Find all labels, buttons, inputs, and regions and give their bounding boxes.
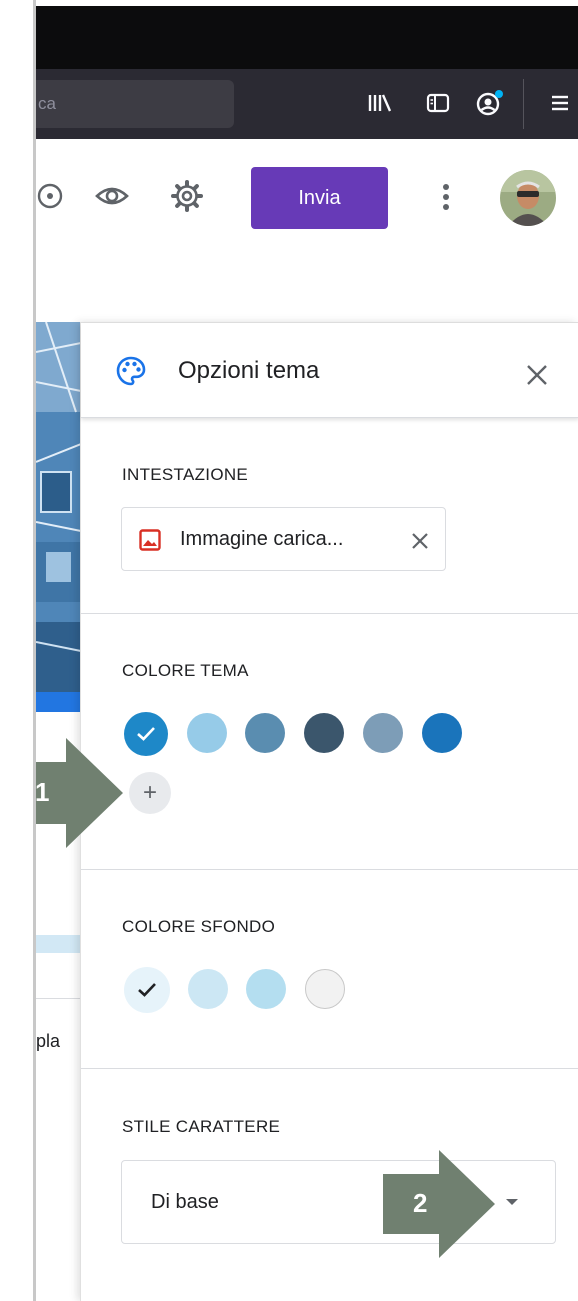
theme-color-swatch[interactable] (422, 713, 462, 753)
account-icon[interactable] (475, 88, 505, 118)
image-icon (139, 529, 161, 556)
font-style-label: STILE CARATTERE (122, 1117, 281, 1136)
font-style-value: Di base (151, 1191, 219, 1213)
form-accent-bar (36, 692, 86, 712)
url-bar[interactable]: ca (36, 80, 234, 128)
form-header-image (36, 322, 86, 712)
add-custom-color-button[interactable]: + (129, 772, 171, 814)
callout-arrow-2: 2 (383, 1150, 495, 1263)
section-divider (81, 1068, 578, 1069)
background-color-swatch[interactable] (188, 969, 228, 1009)
form-section-strip (36, 935, 86, 953)
close-icon[interactable] (519, 357, 555, 393)
menu-icon[interactable] (545, 88, 575, 118)
theme-color-swatch[interactable] (304, 713, 344, 753)
theme-color-label: COLORE TEMA (122, 661, 249, 680)
send-button[interactable]: Invia (251, 167, 388, 229)
theme-color-swatch[interactable] (245, 713, 285, 753)
callout-label-2: 2 (413, 1188, 428, 1218)
section-divider (81, 613, 578, 614)
background-color-swatch-selected[interactable] (124, 967, 170, 1013)
gear-icon[interactable] (163, 172, 211, 220)
url-bar-text: ca (38, 94, 56, 113)
theme-color-swatch[interactable] (187, 713, 227, 753)
theme-color-swatch[interactable] (363, 713, 403, 753)
library-icon[interactable] (365, 88, 395, 118)
header-section-label: INTESTAZIONE (122, 465, 249, 484)
form-divider (36, 998, 86, 999)
palette-icon (115, 355, 147, 392)
panel-title: Opzioni tema (178, 357, 320, 384)
background-color-label: COLORE SFONDO (122, 917, 276, 936)
callout-label-1: 1 (35, 777, 50, 807)
dropdown-arrow-icon (506, 1199, 518, 1205)
panel-header: Opzioni tema (81, 323, 578, 418)
toolbar-separator (523, 79, 524, 129)
eye-icon[interactable] (88, 172, 136, 220)
form-partial-text: pla (36, 1031, 61, 1051)
background-color-swatch[interactable] (305, 969, 345, 1009)
avatar[interactable] (500, 170, 556, 226)
sidebar-icon[interactable] (423, 88, 453, 118)
section-divider (81, 869, 578, 870)
more-vert-icon[interactable] (422, 173, 470, 221)
theme-options-panel: Opzioni tema INTESTAZIONE Immagine caric… (80, 322, 578, 1301)
header-image-chip-text: Immagine carica... (180, 528, 344, 550)
browser-titlebar (36, 6, 578, 69)
remove-image-icon[interactable] (407, 528, 433, 554)
window-frame-left (0, 0, 36, 1301)
header-image-chip[interactable]: Immagine carica... (121, 507, 446, 571)
theme-color-swatch-selected[interactable] (124, 712, 168, 756)
background-color-swatch[interactable] (246, 969, 286, 1009)
